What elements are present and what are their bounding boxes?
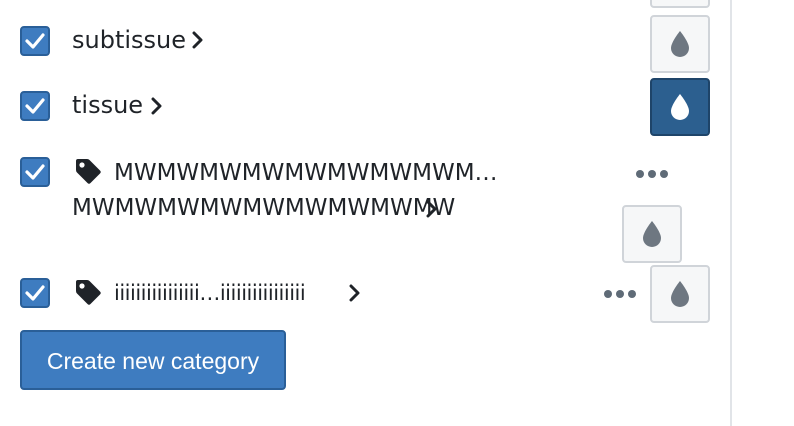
droplet-icon xyxy=(671,94,689,120)
chevron-right-icon[interactable] xyxy=(348,284,362,302)
check-icon xyxy=(25,285,45,301)
chevron-right-icon[interactable] xyxy=(425,200,439,218)
panel-divider xyxy=(730,0,732,426)
droplet-icon xyxy=(643,221,661,247)
color-button-partial[interactable] xyxy=(650,0,710,8)
category-label-iiii[interactable]: iiiiiiiiiiiiiiii…iiiiiiiiiiiiiiii xyxy=(114,278,306,308)
category-label-subtissue[interactable]: subtissue xyxy=(72,25,186,55)
color-button-subtissue[interactable] xyxy=(650,15,710,73)
color-button-mwmw[interactable] xyxy=(622,205,682,263)
tag-icon xyxy=(76,280,101,305)
color-button-tissue[interactable] xyxy=(650,78,710,136)
chevron-right-icon[interactable] xyxy=(150,97,164,115)
check-icon xyxy=(25,98,45,114)
tag-icon xyxy=(76,159,101,184)
check-icon xyxy=(25,164,45,180)
category-checkbox-mwmw[interactable] xyxy=(20,157,50,187)
category-checkbox-subtissue[interactable] xyxy=(20,26,50,56)
more-horizontal-icon[interactable] xyxy=(604,290,636,298)
category-label-mwmw-line2[interactable]: MWMWMWMWMWMWMWMWMW xyxy=(72,193,455,223)
category-label-tissue[interactable]: tissue xyxy=(72,90,143,120)
category-checkbox-tissue[interactable] xyxy=(20,91,50,121)
category-label-mwmw-line1[interactable]: MWMWMWMWMWMWMWMWM… xyxy=(114,158,498,188)
color-button-iiii[interactable] xyxy=(650,265,710,323)
create-category-button[interactable]: Create new category xyxy=(20,330,286,390)
category-checkbox-iiii[interactable] xyxy=(20,278,50,308)
chevron-right-icon[interactable] xyxy=(191,31,205,49)
more-horizontal-icon[interactable] xyxy=(636,170,668,178)
check-icon xyxy=(25,33,45,49)
droplet-icon xyxy=(671,281,689,307)
droplet-icon xyxy=(671,31,689,57)
